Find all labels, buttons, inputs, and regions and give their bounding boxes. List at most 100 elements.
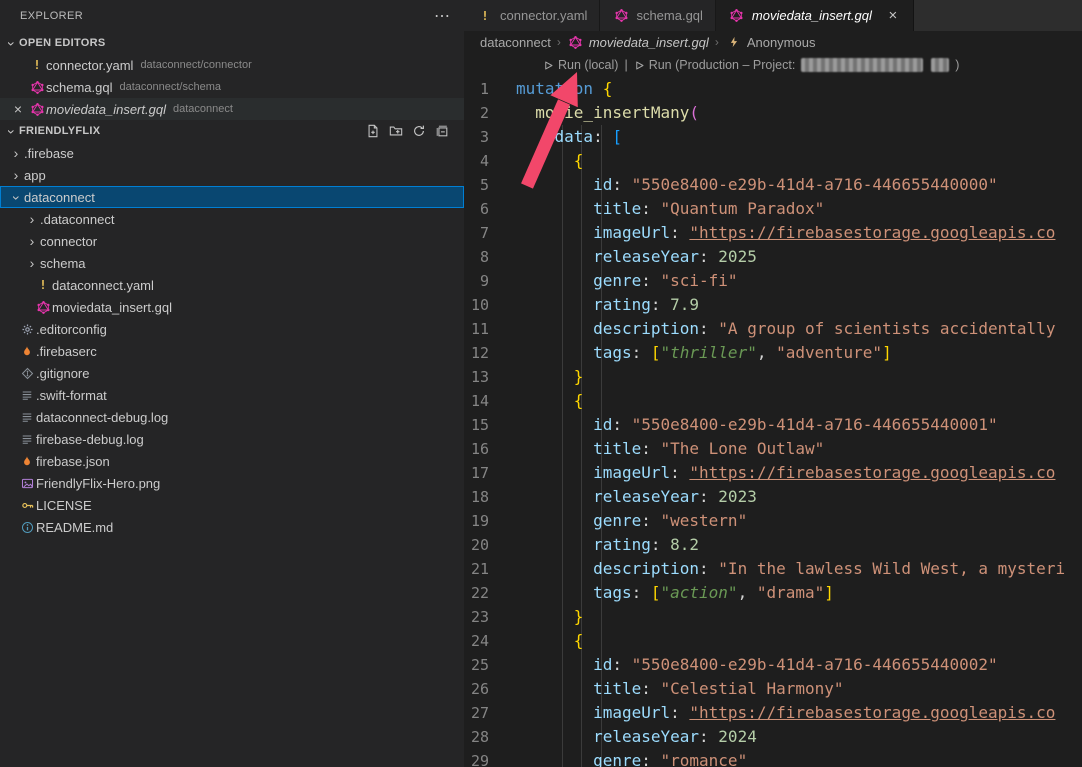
tree-item-.firebaserc[interactable]: .firebaserc — [0, 340, 464, 362]
code-line[interactable]: 29 genre: "romance" — [464, 749, 1082, 767]
tree-item-.swift-format[interactable]: .swift-format — [0, 384, 464, 406]
line-content: } — [516, 605, 583, 629]
tree-item-firebase.json[interactable]: firebase.json — [0, 450, 464, 472]
file-tree: ›.firebase›app›dataconnect›.dataconnect›… — [0, 142, 464, 538]
open-editors-header[interactable]: › OPEN EDITORS — [0, 32, 464, 54]
line-number: 18 — [464, 485, 516, 509]
line-content: title: "The Lone Outlaw" — [516, 437, 824, 461]
open-editor-item-schema.gql[interactable]: schema.gqldataconnect/schema — [0, 76, 464, 98]
breadcrumb-item-Anonymous[interactable]: Anonymous — [725, 35, 816, 50]
run-production-codelens[interactable]: Run (Production – Project:) — [634, 58, 960, 72]
code-line[interactable]: 19 genre: "western" — [464, 509, 1082, 533]
tree-item-LICENSE[interactable]: LICENSE — [0, 494, 464, 516]
close-editor-icon[interactable]: × — [10, 101, 26, 117]
line-content: } — [516, 365, 583, 389]
tree-item-schema[interactable]: ›schema — [0, 252, 464, 274]
key-icon — [18, 499, 36, 512]
code-line[interactable]: 8 releaseYear: 2025 — [464, 245, 1082, 269]
code-line[interactable]: 26 title: "Celestial Harmony" — [464, 677, 1082, 701]
line-content: rating: 8.2 — [516, 533, 699, 557]
code-line[interactable]: 23 } — [464, 605, 1082, 629]
editor-tab-bar: !connector.yamlschema.gqlmoviedata_inser… — [464, 0, 1082, 31]
gear-icon — [18, 323, 36, 336]
code-line[interactable]: 21 description: "In the lawless Wild Wes… — [464, 557, 1082, 581]
code-line[interactable]: 6 title: "Quantum Paradox" — [464, 197, 1082, 221]
line-content: id: "550e8400-e29b-41d4-a716-44665544000… — [516, 413, 998, 437]
code-line[interactable]: 28 releaseYear: 2024 — [464, 725, 1082, 749]
run-local-label: Run (local) — [558, 58, 618, 72]
code-line[interactable]: 2 movie_insertMany( — [464, 101, 1082, 125]
breadcrumb-item-moviedata_insert.gql[interactable]: moviedata_insert.gql — [567, 35, 709, 50]
chevron-down-icon: › — [9, 190, 25, 206]
refresh-explorer-button[interactable] — [411, 123, 427, 139]
lines-icon — [18, 389, 36, 401]
tab-moviedata_insert.gql[interactable]: moviedata_insert.gql× — [716, 0, 914, 31]
line-content: mutation { — [516, 77, 612, 101]
code-line[interactable]: 13 } — [464, 365, 1082, 389]
code-line[interactable]: 25 id: "550e8400-e29b-41d4-a716-44665544… — [464, 653, 1082, 677]
code-line[interactable]: 9 genre: "sci-fi" — [464, 269, 1082, 293]
code-line[interactable]: 10 rating: 7.9 — [464, 293, 1082, 317]
tree-item-dataconnect.yaml[interactable]: !dataconnect.yaml — [0, 274, 464, 296]
tab-schema.gql[interactable]: schema.gql — [600, 0, 715, 31]
workspace-actions — [365, 123, 464, 139]
file-name: README.md — [36, 520, 113, 535]
code-line[interactable]: 17 imageUrl: "https://firebasestorage.go… — [464, 461, 1082, 485]
code-line[interactable]: 12 tags: ["thriller", "adventure"] — [464, 341, 1082, 365]
code-line[interactable]: 24 { — [464, 629, 1082, 653]
more-actions-icon[interactable]: ⋯ — [434, 6, 450, 26]
line-number: 27 — [464, 701, 516, 725]
run-icon — [634, 60, 645, 71]
collapse-folders-button[interactable] — [434, 123, 450, 139]
open-editors-list: !connector.yamldataconnect/connectorsche… — [0, 54, 464, 120]
open-editor-item-connector.yaml[interactable]: !connector.yamldataconnect/connector — [0, 54, 464, 76]
close-tab-icon[interactable]: × — [885, 7, 901, 24]
new-folder-button[interactable] — [388, 123, 404, 139]
line-number: 26 — [464, 677, 516, 701]
tree-item-dataconnect[interactable]: ›dataconnect — [0, 186, 464, 208]
tree-item-.editorconfig[interactable]: .editorconfig — [0, 318, 464, 340]
code-line[interactable]: 7 imageUrl: "https://firebasestorage.goo… — [464, 221, 1082, 245]
tree-item-.gitignore[interactable]: .gitignore — [0, 362, 464, 384]
breadcrumb-item-dataconnect[interactable]: dataconnect — [480, 35, 551, 50]
tree-item-.dataconnect[interactable]: ›.dataconnect — [0, 208, 464, 230]
code-line[interactable]: 18 releaseYear: 2023 — [464, 485, 1082, 509]
line-number: 9 — [464, 269, 516, 293]
workspace-header[interactable]: › FRIENDLYFLIX — [0, 120, 464, 142]
tree-item-app[interactable]: ›app — [0, 164, 464, 186]
code-line[interactable]: 14 { — [464, 389, 1082, 413]
code-line[interactable]: 4 { — [464, 149, 1082, 173]
code-line[interactable]: 16 title: "The Lone Outlaw" — [464, 437, 1082, 461]
tab-connector.yaml[interactable]: !connector.yaml — [464, 0, 600, 31]
line-number: 24 — [464, 629, 516, 653]
line-number: 6 — [464, 197, 516, 221]
code-line[interactable]: 15 id: "550e8400-e29b-41d4-a716-44665544… — [464, 413, 1082, 437]
tree-item-README.md[interactable]: README.md — [0, 516, 464, 538]
run-local-codelens[interactable]: Run (local) — [543, 58, 618, 72]
code-line[interactable]: 1mutation { — [464, 77, 1082, 101]
line-number: 25 — [464, 653, 516, 677]
editor-description: dataconnect/schema — [119, 81, 221, 93]
line-number: 21 — [464, 557, 516, 581]
chevron-right-icon: › — [24, 255, 40, 271]
tree-item-moviedata_insert.gql[interactable]: moviedata_insert.gql — [0, 296, 464, 318]
folder-name: schema — [40, 256, 86, 271]
code-line[interactable]: 22 tags: ["action", "drama"] — [464, 581, 1082, 605]
new-file-button[interactable] — [365, 123, 381, 139]
line-content: releaseYear: 2023 — [516, 485, 757, 509]
code-line[interactable]: 5 id: "550e8400-e29b-41d4-a716-446655440… — [464, 173, 1082, 197]
tree-item-connector[interactable]: ›connector — [0, 230, 464, 252]
code-line[interactable]: 20 rating: 8.2 — [464, 533, 1082, 557]
tree-item-dataconnect-debug.log[interactable]: dataconnect-debug.log — [0, 406, 464, 428]
lines-icon — [18, 411, 36, 423]
line-number: 29 — [464, 749, 516, 767]
open-editor-item-moviedata_insert.gql[interactable]: ×moviedata_insert.gqldataconnect — [0, 98, 464, 120]
code-editor[interactable]: Run (local)|Run (Production – Project:) … — [464, 53, 1082, 767]
code-line[interactable]: 3 data: [ — [464, 125, 1082, 149]
tree-item-FriendlyFlix-Hero.png[interactable]: FriendlyFlix-Hero.png — [0, 472, 464, 494]
folder-name: app — [24, 168, 46, 183]
tree-item-.firebase[interactable]: ›.firebase — [0, 142, 464, 164]
code-line[interactable]: 27 imageUrl: "https://firebasestorage.go… — [464, 701, 1082, 725]
tree-item-firebase-debug.log[interactable]: firebase-debug.log — [0, 428, 464, 450]
code-line[interactable]: 11 description: "A group of scientists a… — [464, 317, 1082, 341]
